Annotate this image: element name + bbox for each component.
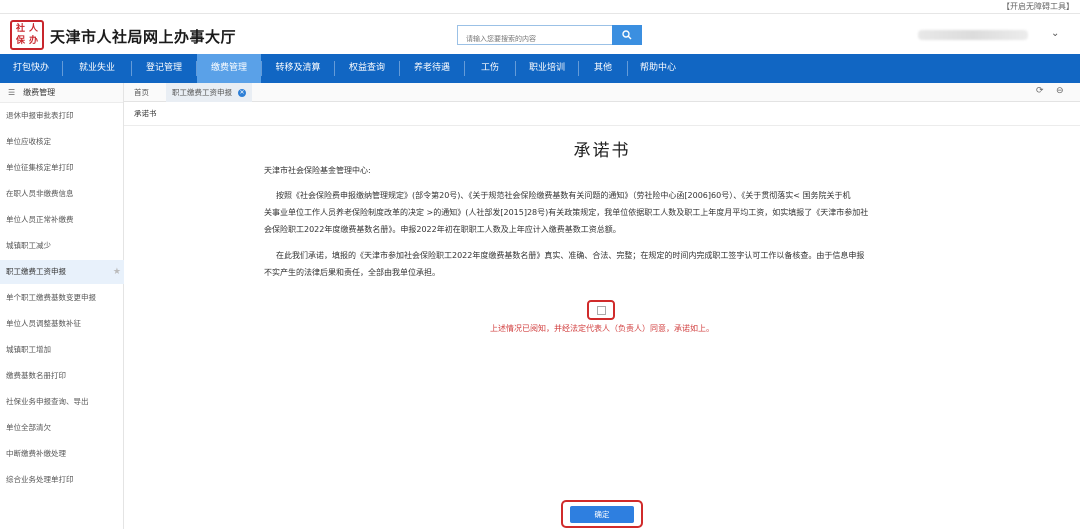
nav-item-injury[interactable]: 工伤 — [465, 54, 515, 83]
site-logo: 社人 保办 — [10, 20, 44, 50]
nav-item-quick[interactable]: 打包快办 — [0, 54, 62, 83]
nav-item-other[interactable]: 其他 — [579, 54, 627, 83]
confirm-button[interactable]: 确定 — [570, 506, 634, 523]
sidebar-item[interactable]: 社保业务申报查询、导出 — [0, 390, 124, 414]
sidebar-item[interactable]: 单个职工缴费基数变更申报 — [0, 286, 124, 310]
collapse-icon[interactable]: ⊖ — [1056, 86, 1064, 96]
page-title: 承诺书 — [573, 141, 631, 161]
sidebar-item-active[interactable]: 职工缴费工资申报 ★ — [0, 260, 124, 284]
sidebar-item[interactable]: 单位应收核定 — [0, 130, 124, 154]
addressee: 天津市社会保险基金管理中心: — [264, 166, 371, 175]
close-icon[interactable]: ✕ — [238, 89, 246, 97]
search-button[interactable] — [612, 25, 642, 45]
sidebar-item[interactable]: 退休申报审批表打印 — [0, 104, 124, 128]
paragraph-line: 不实产生的法律后果和责任，全部由我单位承担。 — [264, 268, 440, 277]
main-nav: 打包快办 就业失业 登记管理 缴费管理 转移及清算 权益查询 养老待遇 工伤 职… — [0, 54, 1080, 83]
user-name-blurred[interactable] — [918, 30, 1028, 40]
menu-icon[interactable]: ☰ — [8, 83, 15, 103]
search-box — [457, 25, 642, 48]
site-header: 社人 保办 天津市人社局网上办事大厅 ⌄ — [0, 14, 1080, 54]
refresh-icon[interactable]: ⟳ — [1036, 86, 1044, 96]
sidebar-item[interactable]: 综合业务处理单打印 — [0, 468, 124, 492]
top-strip: 【开启无障碍工具】 — [0, 0, 1080, 14]
nav-item-transfer[interactable]: 转移及清算 — [262, 54, 334, 83]
sidebar-heading: ☰ 缴费管理 — [0, 83, 123, 103]
site-title: 天津市人社局网上办事大厅 — [50, 28, 237, 46]
tab-bar: 首页 职工缴费工资申报 ✕ ⟳ ⊖ — [124, 83, 1080, 102]
nav-item-registration[interactable]: 登记管理 — [132, 54, 196, 83]
chevron-down-icon[interactable]: ⌄ — [1051, 28, 1059, 39]
confirm-button-highlight: 确定 — [561, 500, 643, 528]
sidebar-item[interactable]: 单位人员正常补缴费 — [0, 208, 124, 232]
sidebar-item[interactable]: 城镇职工增加 — [0, 338, 124, 362]
sidebar-item[interactable]: 单位全部清欠 — [0, 416, 124, 440]
paragraph-line: 关事业单位工作人员养老保险制度改革的决定 >的通知》(人社部发[2015]28号… — [264, 208, 869, 217]
sidebar-item[interactable]: 城镇职工减少 — [0, 234, 124, 258]
sidebar-item[interactable]: 在职人员非缴费信息 — [0, 182, 124, 206]
tab-current[interactable]: 职工缴费工资申报 ✕ — [166, 83, 252, 102]
tab-home[interactable]: 首页 — [134, 83, 149, 102]
sidebar-item[interactable]: 单位人员调整基数补征 — [0, 312, 124, 336]
agree-checkbox[interactable] — [597, 306, 606, 315]
nav-item-payment[interactable]: 缴费管理 — [197, 54, 261, 83]
nav-item-training[interactable]: 职业培训 — [516, 54, 578, 83]
search-icon — [622, 30, 632, 40]
sidebar-item[interactable]: 单位征集核定单打印 — [0, 156, 124, 180]
agreement-text: 上述情况已阅知，并经法定代表人（负责人）同意，承诺如上。 — [490, 324, 714, 333]
nav-item-pension[interactable]: 养老待遇 — [400, 54, 464, 83]
sidebar-item[interactable]: 中断缴费补缴处理 — [0, 442, 124, 466]
nav-item-employment[interactable]: 就业失业 — [63, 54, 131, 83]
agree-checkbox-highlight — [587, 300, 615, 320]
sidebar: ☰ 缴费管理 退休申报审批表打印 单位应收核定 单位征集核定单打印 在职人员非缴费… — [0, 83, 124, 529]
page-subheader: 承诺书 — [124, 102, 1080, 126]
search-input[interactable] — [458, 30, 608, 48]
paragraph-line: 会保险职工2022年度缴费基数名册》。申报2022年初在职职工人数及上年应计入缴… — [264, 225, 621, 234]
paragraph-line: 按照《社会保险费申报缴纳管理规定》(部令第20号)、《关于规范社会保险缴费基数有… — [276, 191, 851, 200]
star-icon[interactable]: ★ — [113, 260, 121, 284]
sidebar-item[interactable]: 缴费基数名册打印 — [0, 364, 124, 388]
nav-item-rights[interactable]: 权益查询 — [335, 54, 399, 83]
accessibility-link[interactable]: 【开启无障碍工具】 — [1002, 1, 1074, 12]
commitment-letter: 承诺书 天津市社会保险基金管理中心: 按照《社会保险费申报缴纳管理规定》(部令第… — [124, 127, 1080, 529]
paragraph-line: 在此我们承诺，填报的《天津市参加社会保险职工2022年度缴费基数名册》真实、准确… — [276, 251, 865, 260]
nav-item-help[interactable]: 帮助中心 — [628, 54, 688, 83]
